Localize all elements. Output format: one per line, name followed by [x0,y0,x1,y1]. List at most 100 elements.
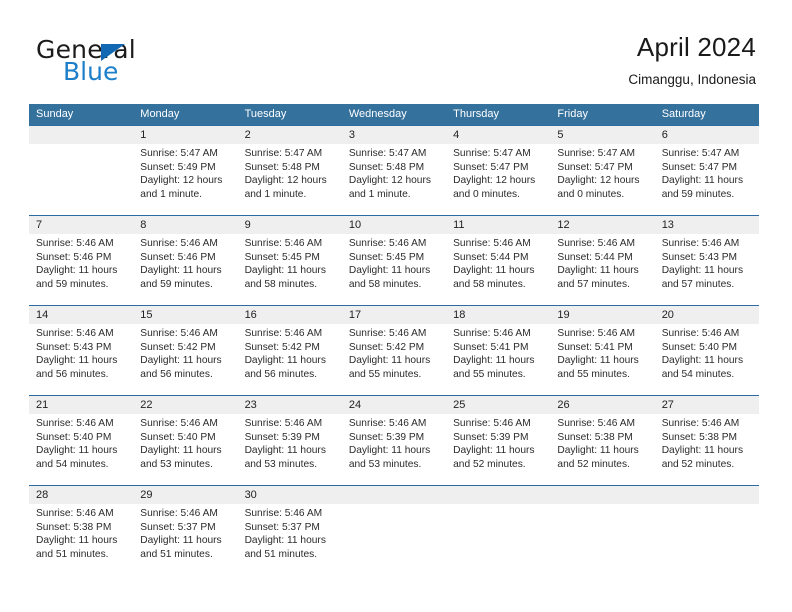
daylight-text-line2: and 51 minutes. [36,548,109,560]
day-cell[interactable]: Sunrise: 5:46 AM Sunset: 5:43 PM Dayligh… [655,234,759,305]
sunset-text: Sunset: 5:37 PM [140,521,216,533]
sunrise-text: Sunrise: 5:46 AM [557,328,635,339]
page-header: General Blue April 2024 Cimanggu, Indone… [0,0,792,104]
daylight-text-line2: and 57 minutes. [661,278,735,290]
daylight-text-line1: Daylight: 12 hours [453,175,536,187]
day-number: 30 [244,489,257,501]
day-cell[interactable]: Sunrise: 5:46 AM Sunset: 5:45 PM Dayligh… [342,234,446,305]
weekday-header-saturday: Saturday [661,108,706,120]
daylight-text-line1: Daylight: 11 hours [661,355,744,367]
day-cell[interactable]: Sunrise: 5:46 AM Sunset: 5:46 PM Dayligh… [29,234,133,305]
sunset-text: Sunset: 5:48 PM [244,161,320,173]
day-cell[interactable] [446,504,551,575]
day-cell[interactable]: Sunrise: 5:46 AM Sunset: 5:40 PM Dayligh… [133,414,237,485]
sunset-text: Sunset: 5:44 PM [557,251,633,263]
sunrise-text: Sunrise: 5:46 AM [140,508,218,519]
day-number: 19 [557,309,570,321]
day-cell[interactable]: Sunrise: 5:47 AM Sunset: 5:48 PM Dayligh… [342,144,446,215]
calendar-week-row: 21 22 23 24 25 26 27 Sunrise: 5:46 AM Su… [29,395,759,485]
day-cell[interactable]: Sunrise: 5:46 AM Sunset: 5:41 PM Dayligh… [550,324,654,395]
day-cell[interactable]: Sunrise: 5:46 AM Sunset: 5:44 PM Dayligh… [550,234,654,305]
sunset-text: Sunset: 5:40 PM [661,341,738,353]
day-cell[interactable]: Sunrise: 5:46 AM Sunset: 5:43 PM Dayligh… [29,324,133,395]
brand-logo[interactable]: General Blue [36,36,236,88]
day-cell[interactable]: Sunrise: 5:46 AM Sunset: 5:41 PM Dayligh… [446,324,550,395]
week-daynumber-band: 14 15 16 17 18 19 20 [29,306,759,324]
day-cell[interactable]: Sunrise: 5:46 AM Sunset: 5:38 PM Dayligh… [655,414,759,485]
day-cell[interactable] [341,504,447,575]
sunrise-text: Sunrise: 5:46 AM [244,418,323,429]
day-cell[interactable]: Sunrise: 5:46 AM Sunset: 5:38 PM Dayligh… [29,504,133,575]
sunset-text: Sunset: 5:49 PM [140,161,216,173]
daylight-text-line1: Daylight: 12 hours [140,175,223,187]
day-cell[interactable]: Sunrise: 5:46 AM Sunset: 5:42 PM Dayligh… [342,324,446,395]
sunrise-text: Sunrise: 5:46 AM [140,418,218,429]
daylight-text-line1: Daylight: 12 hours [557,175,640,187]
day-number [446,486,550,504]
day-number: 4 [453,129,460,141]
daylight-text-line1: Daylight: 11 hours [140,445,222,457]
day-cell[interactable]: Sunrise: 5:46 AM Sunset: 5:40 PM Dayligh… [29,414,133,485]
day-cell[interactable]: Sunrise: 5:46 AM Sunset: 5:37 PM Dayligh… [133,504,237,575]
sunset-text: Sunset: 5:46 PM [140,251,216,263]
sunrise-text: Sunrise: 5:46 AM [244,508,323,519]
day-cell[interactable]: Sunrise: 5:46 AM Sunset: 5:42 PM Dayligh… [133,324,237,395]
day-cell[interactable]: Sunrise: 5:46 AM Sunset: 5:45 PM Dayligh… [238,234,342,305]
sunset-text: Sunset: 5:38 PM [661,431,738,443]
day-cell[interactable]: Sunrise: 5:46 AM Sunset: 5:42 PM Dayligh… [238,324,342,395]
sunrise-text: Sunrise: 5:47 AM [557,148,635,159]
daylight-text-line2: and 58 minutes. [453,278,526,290]
sunset-text: Sunset: 5:45 PM [348,251,425,263]
day-cell[interactable]: Sunrise: 5:46 AM Sunset: 5:39 PM Dayligh… [446,414,550,485]
day-cell[interactable]: Sunrise: 5:46 AM Sunset: 5:44 PM Dayligh… [446,234,550,305]
sunset-text: Sunset: 5:43 PM [661,251,738,263]
day-number: 29 [140,489,153,501]
day-cell[interactable]: Sunrise: 5:47 AM Sunset: 5:47 PM Dayligh… [550,144,654,215]
sunset-text: Sunset: 5:39 PM [244,431,320,443]
weekday-header-row: Sunday Monday Tuesday Wednesday Thursday… [29,104,759,125]
day-cell[interactable]: Sunrise: 5:46 AM Sunset: 5:46 PM Dayligh… [133,234,237,305]
daylight-text-line1: Daylight: 11 hours [348,445,431,457]
day-number: 27 [661,399,674,411]
day-cell[interactable] [654,504,759,575]
calendar-week-row: 7 8 9 10 11 12 13 Sunrise: 5:46 AM Sunse… [29,215,759,305]
sunrise-text: Sunrise: 5:46 AM [557,238,635,249]
daylight-text-line2: and 57 minutes. [557,278,630,290]
sunset-text: Sunset: 5:40 PM [140,431,216,443]
daylight-text-line1: Daylight: 11 hours [661,445,744,457]
day-cell[interactable]: Sunrise: 5:46 AM Sunset: 5:39 PM Dayligh… [238,414,342,485]
daylight-text-line1: Daylight: 11 hours [453,355,535,367]
day-cell[interactable]: Sunrise: 5:46 AM Sunset: 5:40 PM Dayligh… [655,324,759,395]
day-cell[interactable]: Sunrise: 5:46 AM Sunset: 5:37 PM Dayligh… [238,504,342,575]
day-number: 23 [244,399,257,411]
day-cell[interactable]: Sunrise: 5:47 AM Sunset: 5:49 PM Dayligh… [133,144,237,215]
daylight-text-line1: Daylight: 11 hours [244,445,326,457]
daylight-text-line1: Daylight: 11 hours [36,265,118,277]
day-cell[interactable]: Sunrise: 5:47 AM Sunset: 5:47 PM Dayligh… [446,144,550,215]
day-number: 14 [36,309,49,321]
day-number: 8 [140,219,147,231]
daylight-text-line1: Daylight: 11 hours [453,265,535,277]
daylight-text-line1: Daylight: 11 hours [36,535,118,547]
day-cell[interactable]: Sunrise: 5:46 AM Sunset: 5:38 PM Dayligh… [550,414,654,485]
daylight-text-line2: and 52 minutes. [661,458,735,470]
sunrise-text: Sunrise: 5:46 AM [36,418,114,429]
daylight-text-line2: and 55 minutes. [348,368,422,380]
daylight-text-line1: Daylight: 11 hours [453,445,535,457]
day-number: 12 [557,219,570,231]
day-number: 24 [348,399,362,411]
calendar-page: General Blue April 2024 Cimanggu, Indone… [0,0,792,612]
day-number: 11 [453,219,465,231]
week-detail-band: Sunrise: 5:46 AM Sunset: 5:38 PM Dayligh… [29,504,759,575]
day-cell[interactable]: Sunrise: 5:47 AM Sunset: 5:47 PM Dayligh… [655,144,759,215]
day-number: 9 [244,219,251,231]
sunrise-text: Sunrise: 5:46 AM [661,418,740,429]
sunset-text: Sunset: 5:40 PM [36,431,112,443]
day-cell[interactable]: Sunrise: 5:47 AM Sunset: 5:48 PM Dayligh… [238,144,342,215]
day-number: 13 [661,219,674,231]
day-cell[interactable] [29,144,134,215]
calendar-week-row: 28 29 30 Sunrise: 5:46 AM Sunset: 5:38 P… [29,485,759,575]
day-cell[interactable] [550,504,655,575]
daylight-text-line2: and 52 minutes. [557,458,630,470]
day-cell[interactable]: Sunrise: 5:46 AM Sunset: 5:39 PM Dayligh… [342,414,446,485]
